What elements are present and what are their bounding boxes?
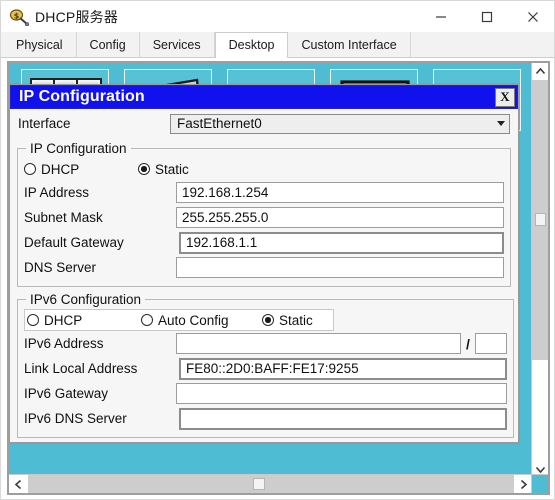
packet-tracer-device-window: $ DHCP服务器 Physical Config Services Deskt… xyxy=(0,0,555,500)
ipv6-mode-radio-row: DHCP Auto Config Static xyxy=(24,309,334,331)
desktop-vertical-scrollbar[interactable] xyxy=(531,63,548,478)
radio-circle-selected-icon xyxy=(262,314,274,326)
radio-circle-icon xyxy=(24,163,36,175)
tab-physical[interactable]: Physical xyxy=(3,32,77,57)
ipv6-auto-config-radio[interactable]: Auto Config xyxy=(141,313,256,328)
tab-strip: Physical Config Services Desktop Custom … xyxy=(1,32,554,58)
dialog-close-button[interactable]: X xyxy=(495,87,515,107)
tab-services[interactable]: Services xyxy=(139,32,215,57)
ipv6-gateway-row: IPv6 Gateway xyxy=(24,381,507,406)
ipv6-auto-config-label: Auto Config xyxy=(158,312,229,328)
interface-selected-value: FastEthernet0 xyxy=(177,116,262,131)
window-titlebar: $ DHCP服务器 xyxy=(1,1,554,32)
link-local-address-row: Link Local Address FE80::2D0:BAFF:FE17:9… xyxy=(24,356,507,381)
ipv4-configuration-group: IP Configuration DHCP Static IP Address xyxy=(17,141,511,287)
desktop-horizontal-scrollbar[interactable] xyxy=(9,474,533,493)
window-controls xyxy=(418,1,554,32)
interface-row: Interface FastEthernet0 xyxy=(10,111,518,136)
ip-address-input[interactable]: 192.168.1.254 xyxy=(176,182,504,203)
desktop-canvas[interactable]: Connector IP Configuration X Interface F… xyxy=(9,63,533,478)
ipv6-static-radio[interactable]: Static xyxy=(262,313,313,328)
horizontal-scroll-track[interactable] xyxy=(28,475,514,493)
chevron-down-icon xyxy=(497,121,505,126)
tab-desktop[interactable]: Desktop xyxy=(214,32,289,58)
scroll-up-arrow-icon[interactable] xyxy=(532,63,548,80)
ipv6-address-input[interactable] xyxy=(176,333,461,354)
radio-circle-icon xyxy=(141,314,153,326)
desktop-panel: Connector IP Configuration X Interface F… xyxy=(7,61,550,495)
minimize-button[interactable] xyxy=(418,1,464,32)
dialog-title: IP Configuration xyxy=(19,88,145,105)
ipv4-static-radio[interactable]: Static xyxy=(138,162,189,177)
ipv6-dhcp-radio[interactable]: DHCP xyxy=(27,313,135,328)
radio-circle-selected-icon xyxy=(138,163,150,175)
scrollbar-corner xyxy=(531,474,548,493)
ipv6-dns-server-row: IPv6 DNS Server xyxy=(24,406,507,431)
interface-label: Interface xyxy=(18,116,71,131)
radio-circle-icon xyxy=(27,314,39,326)
dns-server-row: DNS Server xyxy=(24,255,504,280)
maximize-button[interactable] xyxy=(464,1,510,32)
ipv6-dns-server-input[interactable] xyxy=(179,407,507,430)
subnet-mask-input[interactable]: 255.255.255.0 xyxy=(176,207,504,228)
ipv6-prefix-separator: / xyxy=(466,335,470,352)
dns-server-label: DNS Server xyxy=(24,260,97,275)
subnet-mask-row: Subnet Mask 255.255.255.0 xyxy=(24,205,504,230)
default-gateway-row: Default Gateway 192.168.1.1 xyxy=(24,230,504,255)
default-gateway-input[interactable]: 192.168.1.1 xyxy=(179,231,504,254)
ipv6-prefix-input[interactable] xyxy=(475,333,507,354)
ipv6-dhcp-label: DHCP xyxy=(44,312,83,328)
ipv6-address-label: IPv6 Address xyxy=(24,336,104,351)
default-gateway-label: Default Gateway xyxy=(24,235,124,250)
ip-configuration-dialog: IP Configuration X Interface FastEtherne… xyxy=(9,84,519,443)
ipv4-static-label: Static xyxy=(155,161,189,177)
ipv4-dhcp-radio[interactable]: DHCP xyxy=(24,162,132,177)
vertical-scroll-track[interactable] xyxy=(532,80,548,360)
vertical-scroll-thumb[interactable] xyxy=(535,213,546,226)
ipv6-dns-server-label: IPv6 DNS Server xyxy=(24,411,127,426)
dns-server-input[interactable] xyxy=(176,257,504,278)
link-local-address-input[interactable]: FE80::2D0:BAFF:FE17:9255 xyxy=(179,357,507,380)
packet-tracer-device-icon: $ xyxy=(9,8,29,26)
horizontal-scroll-thumb[interactable] xyxy=(253,478,265,490)
ip-address-label: IP Address xyxy=(24,185,90,200)
ipv6-gateway-input[interactable] xyxy=(176,383,507,404)
ipv6-group-legend: IPv6 Configuration xyxy=(30,292,142,307)
ipv6-static-label: Static xyxy=(279,312,313,328)
subnet-mask-label: Subnet Mask xyxy=(24,210,103,225)
scroll-left-arrow-icon[interactable] xyxy=(9,475,28,493)
ipv6-configuration-group: IPv6 Configuration DHCP Auto Config Stat… xyxy=(17,292,514,438)
tab-config[interactable]: Config xyxy=(76,32,140,57)
close-button[interactable] xyxy=(510,1,554,32)
ipv4-mode-radio-row: DHCP Static xyxy=(24,158,504,180)
ip-address-row: IP Address 192.168.1.254 xyxy=(24,180,504,205)
ipv4-dhcp-label: DHCP xyxy=(41,161,80,177)
svg-text:$: $ xyxy=(14,11,20,20)
ipv4-group-legend: IP Configuration xyxy=(30,141,127,156)
window-title: DHCP服务器 xyxy=(35,8,119,25)
ipv6-gateway-label: IPv6 Gateway xyxy=(24,386,109,401)
interface-dropdown[interactable]: FastEthernet0 xyxy=(170,113,510,134)
link-local-address-label: Link Local Address xyxy=(24,361,138,376)
dialog-titlebar[interactable]: IP Configuration X xyxy=(10,85,518,109)
ipv6-address-row: IPv6 Address / xyxy=(24,331,507,356)
tab-custom-interface[interactable]: Custom Interface xyxy=(288,32,411,57)
